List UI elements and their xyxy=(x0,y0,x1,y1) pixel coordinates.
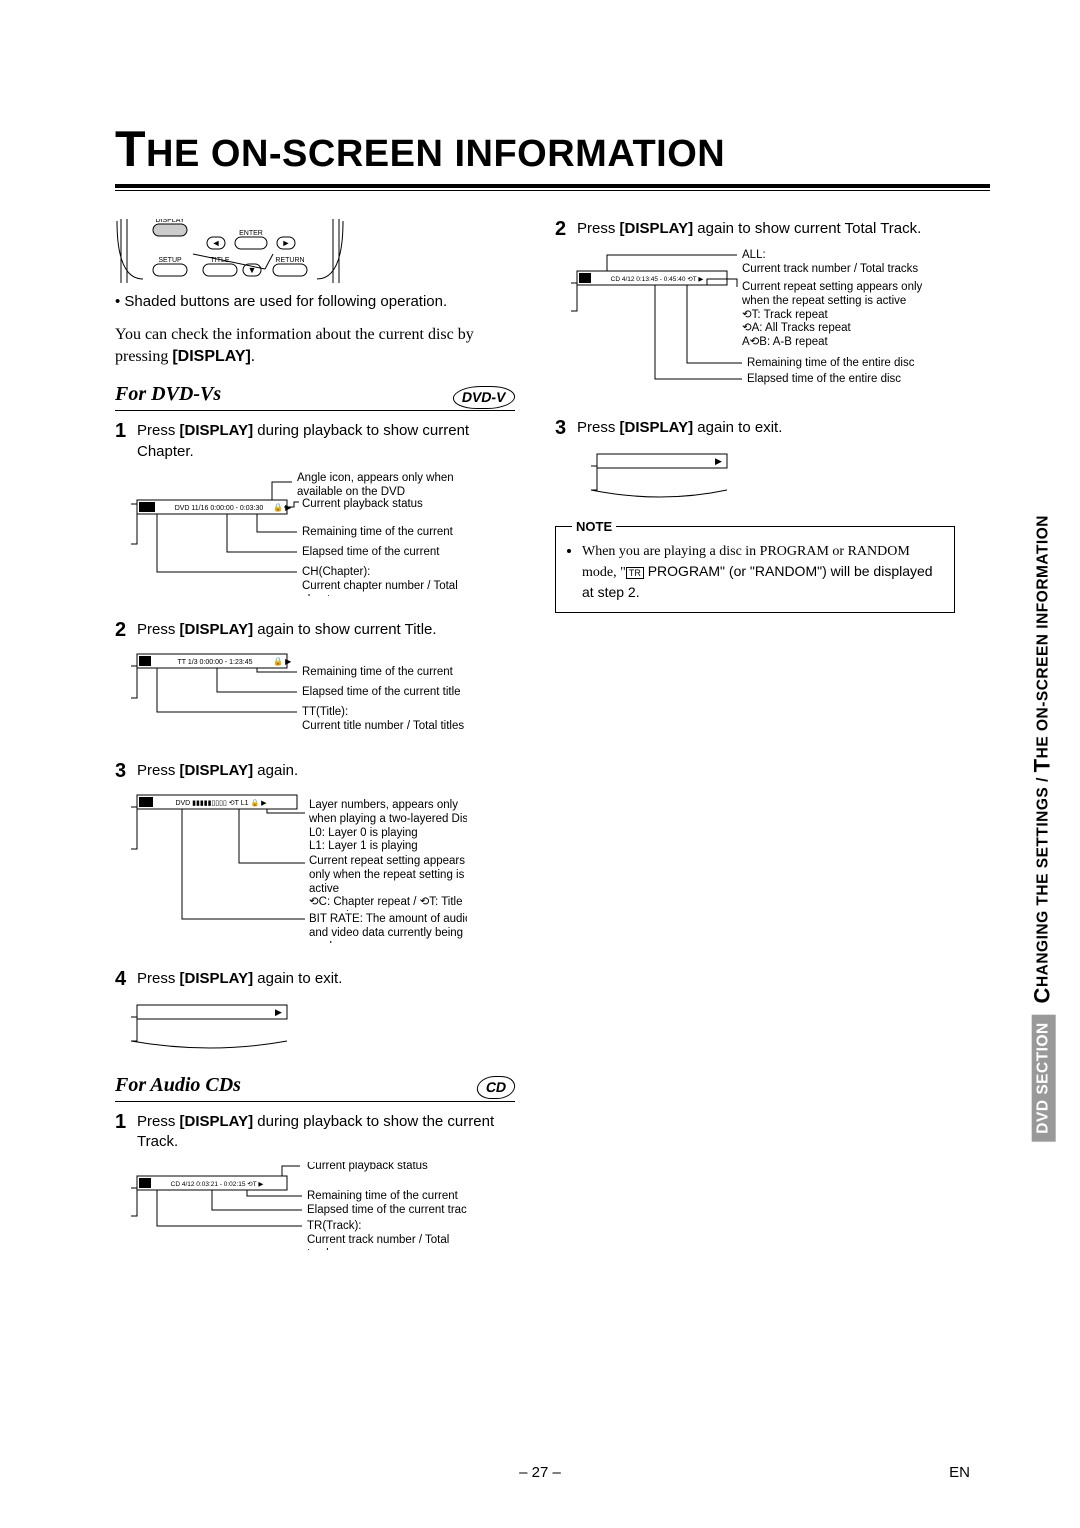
cd-step-3: 3 Press [DISPLAY] again to exit. xyxy=(555,418,955,438)
dvd-diagram-1: DVD 11/16 0:00:00 - 0:03:30 🔒 ▶ Angle ic… xyxy=(127,472,515,608)
dvd-step-2: 2 Press [DISPLAY] again to show current … xyxy=(115,620,515,640)
title-cap: T xyxy=(115,121,146,177)
section-cd-header: For Audio CDs CD xyxy=(115,1072,515,1102)
svg-text:▶: ▶ xyxy=(715,456,722,466)
svg-text:CD 4/12 0:13:45 - 0:45:40 ⟲: CD 4/12 0:13:45 - 0:45:40 ⟲T ▶ xyxy=(611,276,705,283)
section-cd-label: For Audio CDs xyxy=(115,1072,241,1099)
svg-text:ENTER: ENTER xyxy=(239,230,263,237)
svg-text:DVD ▮▮▮▮▮▯▯▯▯ ⟲T L1 🔒 ▶: DVD ▮▮▮▮▮▯▯▯▯ ⟲T L1 🔒 ▶ xyxy=(175,799,267,807)
side-tab-box: DVD SECTION xyxy=(1032,1014,1056,1141)
svg-text:►: ► xyxy=(282,238,291,248)
title-rest: HE ON-SCREEN INFORMATION xyxy=(146,133,725,175)
cd-diagram-1: CD 4/12 0:03:21 - 0:02:15 ⟲T ▶ Current p… xyxy=(127,1162,515,1268)
rule-thin xyxy=(115,190,990,191)
svg-text:SETUP: SETUP xyxy=(158,257,182,264)
note-item: When you are playing a disc in PROGRAM o… xyxy=(582,541,942,602)
note-box: NOTE When you are playing a disc in PROG… xyxy=(555,526,955,613)
right-column: 2 Press [DISPLAY] again to show current … xyxy=(555,219,955,1280)
note-label: NOTE xyxy=(572,518,616,536)
manual-page: THE ON-SCREEN INFORMATION ◄ xyxy=(0,0,1080,1340)
svg-text:CD 4/12 0:03:21 - 0:02:15 ⟲: CD 4/12 0:03:21 - 0:02:15 ⟲T ▶ xyxy=(171,1181,265,1188)
dvd-step-4: 4 Press [DISPLAY] again to exit. xyxy=(115,969,515,989)
svg-text:DISPLAY: DISPLAY xyxy=(155,219,184,224)
dvd-badge-icon: DVD-V xyxy=(451,386,517,409)
intro-bullet: • Shaded buttons are used for following … xyxy=(115,292,515,312)
dvd-diagram-2: TT 1/3 0:00:00 - 1:23:45 🔒 ▶ Remaining t… xyxy=(127,650,515,748)
svg-text:◄: ◄ xyxy=(212,238,221,248)
remote-diagram: ◄ ► ▼ DISPLAY ENTER SETUP TITLE RETURN xyxy=(115,219,345,284)
section-dvd-label: For DVD-Vs xyxy=(115,381,221,408)
dvd-step-3: 3 Press [DISPLAY] again. xyxy=(115,761,515,781)
dvd-diagram-3: DVD ▮▮▮▮▮▯▯▯▯ ⟲T L1 🔒 ▶ Layer numbers, a… xyxy=(127,791,515,957)
svg-text:DVD 11/16 0:00:00 - 0:03:30: DVD 11/16 0:00:00 - 0:03:30 xyxy=(175,505,264,512)
left-column: ◄ ► ▼ DISPLAY ENTER SETUP TITLE RETURN xyxy=(115,219,515,1280)
cd-step-2: 2 Press [DISPLAY] again to show current … xyxy=(555,219,955,239)
page-number: – 27 – xyxy=(519,1464,561,1481)
cd-diagram-2: CD 4/12 0:13:45 - 0:45:40 ⟲T ▶ ALL: Curr… xyxy=(567,249,955,405)
lang-code: EN xyxy=(949,1464,970,1481)
dvd-exit-diagram: ▶ xyxy=(127,999,515,1057)
svg-text:TT 1/3 0:00:00 - 1:23:45: TT 1/3 0:00:00 - 1:23:45 xyxy=(178,659,253,666)
section-dvd-header: For DVD-Vs DVD-V xyxy=(115,381,515,411)
svg-text:▶: ▶ xyxy=(275,1007,282,1017)
cd-exit-diagram: ▶ xyxy=(567,448,955,506)
page-title: THE ON-SCREEN INFORMATION xyxy=(115,120,990,178)
svg-text:🔒 ▶: 🔒 ▶ xyxy=(273,657,292,666)
cd-badge-icon: CD xyxy=(475,1076,517,1099)
intro-paragraph: You can check the information about the … xyxy=(115,324,515,367)
dvd-step-1: 1 Press [DISPLAY] during playback to sho… xyxy=(115,421,515,462)
rule-heavy xyxy=(115,184,990,188)
cd-step-1: 1 Press [DISPLAY] during playback to sho… xyxy=(115,1112,515,1153)
svg-text:RETURN: RETURN xyxy=(275,257,304,264)
side-tab: DVD SECTION CHANGING THE SETTINGS / THE … xyxy=(1030,515,1056,1142)
